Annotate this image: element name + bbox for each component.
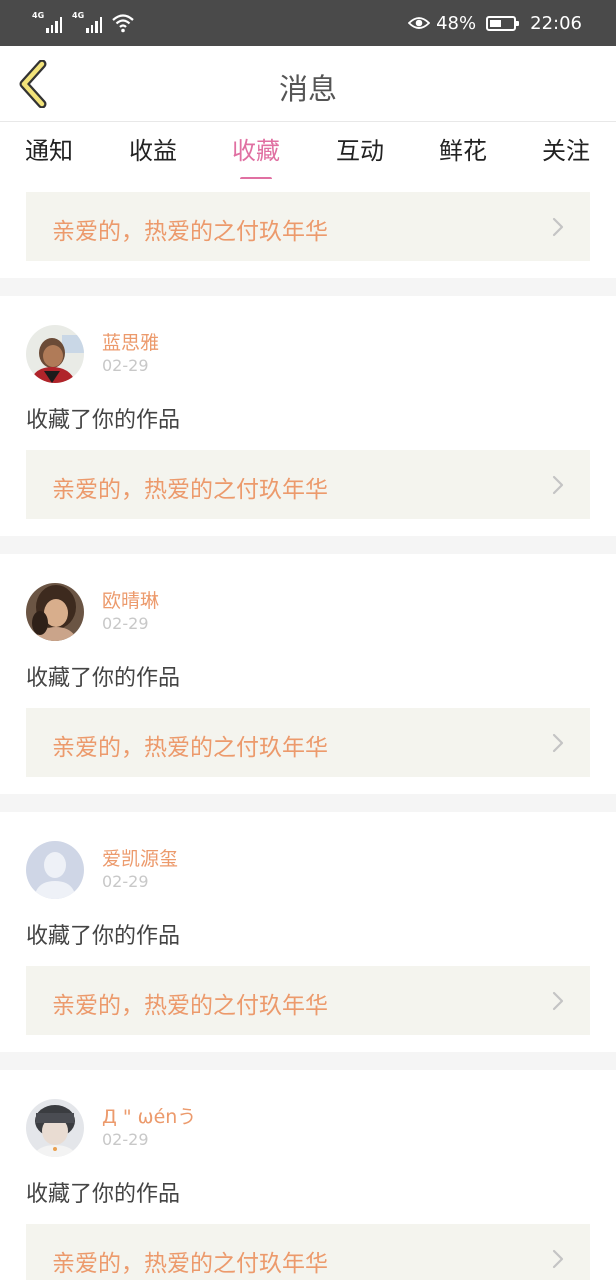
work-title: 亲爱的，热爱的之付玖年华 — [52, 1251, 328, 1277]
message-date: 02-29 — [102, 1130, 149, 1149]
cell-signal-icon: 4G — [72, 11, 102, 33]
work-title: 亲爱的，热爱的之付玖年华 — [52, 993, 328, 1019]
list-item: 爱凯源玺 02-29 收藏了你的作品 亲爱的，热爱的之付玖年华 — [0, 812, 616, 1052]
cell-signal-icon: 4G — [32, 11, 62, 33]
user-row: Д " ωénう 02-29 — [26, 1099, 590, 1159]
divider — [0, 536, 616, 554]
status-bar: 4G 4G 48% 22:06 — [0, 0, 616, 46]
user-photo-icon — [26, 1099, 84, 1157]
username[interactable]: 爱凯源玺 — [102, 844, 178, 871]
eye-icon — [408, 17, 431, 29]
tab-label: 关注 — [542, 137, 590, 165]
message-text: 收藏了你的作品 — [26, 924, 181, 949]
username[interactable]: 欧晴琳 — [102, 586, 159, 613]
tab-following[interactable]: 关注 — [536, 131, 596, 166]
chevron-right-icon — [552, 733, 564, 753]
chevron-right-icon — [552, 475, 564, 495]
work-title: 亲爱的，热爱的之付玖年华 — [52, 477, 328, 503]
tab-interactions[interactable]: 互动 — [330, 131, 390, 166]
username[interactable]: 蓝思雅 — [102, 328, 159, 355]
avatar[interactable] — [26, 841, 84, 899]
work-link[interactable]: 亲爱的，热爱的之付玖年华 — [26, 1224, 590, 1280]
user-row: 蓝思雅 02-29 — [26, 325, 590, 385]
user-photo-icon — [26, 583, 84, 641]
signal-group: 4G 4G — [32, 11, 134, 33]
battery-percent: 48% — [436, 12, 477, 34]
list-item: 蓝思雅 02-29 收藏了你的作品 亲爱的，热爱的之付玖年华 — [0, 296, 616, 536]
work-link[interactable]: 亲爱的，热爱的之付玖年华 — [26, 966, 590, 1035]
list-item: 欧晴琳 02-29 收藏了你的作品 亲爱的，热爱的之付玖年华 — [0, 554, 616, 794]
work-title: 亲爱的，热爱的之付玖年华 — [52, 219, 328, 245]
wifi-icon — [112, 14, 134, 33]
divider — [0, 278, 616, 296]
chevron-right-icon — [552, 217, 564, 237]
chevron-right-icon — [552, 1249, 564, 1269]
clock: 22:06 — [530, 12, 582, 34]
divider — [0, 794, 616, 812]
header: 消息 — [0, 46, 616, 122]
tab-notifications[interactable]: 通知 — [19, 131, 79, 166]
user-row: 爱凯源玺 02-29 — [26, 841, 590, 901]
message-feed: 亲爱的，热爱的之付玖年华 蓝思雅 02-29 收藏了你的作品 亲爱的，热爱的之付… — [0, 179, 616, 1280]
divider — [0, 1052, 616, 1070]
tab-flowers[interactable]: 鲜花 — [433, 131, 493, 166]
status-right: 48% 22:06 — [408, 12, 582, 34]
username[interactable]: Д " ωénう — [102, 1102, 196, 1129]
work-link[interactable]: 亲爱的，热爱的之付玖年华 — [26, 708, 590, 777]
tab-favorites[interactable]: 收藏 — [226, 131, 286, 181]
tab-label: 互动 — [336, 137, 384, 165]
battery-icon — [486, 15, 520, 31]
message-text: 收藏了你的作品 — [26, 666, 181, 691]
avatar[interactable] — [26, 325, 84, 383]
avatar[interactable] — [26, 583, 84, 641]
page-title: 消息 — [278, 72, 337, 106]
tab-label: 鲜花 — [439, 137, 487, 165]
avatar[interactable] — [26, 1099, 84, 1157]
tab-label: 通知 — [25, 137, 73, 165]
message-text: 收藏了你的作品 — [26, 408, 181, 433]
message-date: 02-29 — [102, 356, 149, 375]
list-item: Д " ωénう 02-29 收藏了你的作品 亲爱的，热爱的之付玖年华 — [0, 1070, 616, 1280]
user-row: 欧晴琳 02-29 — [26, 583, 590, 643]
network-type-label: 4G — [72, 11, 85, 20]
message-date: 02-29 — [102, 614, 149, 633]
message-date: 02-29 — [102, 872, 149, 891]
work-link[interactable]: 亲爱的，热爱的之付玖年华 — [26, 450, 590, 519]
tab-label: 收藏 — [232, 137, 280, 165]
work-link[interactable]: 亲爱的，热爱的之付玖年华 — [26, 192, 590, 261]
default-avatar-icon — [26, 841, 84, 899]
network-type-label: 4G — [32, 11, 45, 20]
chevron-right-icon — [552, 991, 564, 1011]
tab-earnings[interactable]: 收益 — [123, 131, 183, 166]
tab-bar: 通知 收益 收藏 互动 鲜花 关注 — [0, 123, 616, 181]
message-text: 收藏了你的作品 — [26, 1182, 181, 1207]
user-photo-icon — [26, 325, 84, 383]
work-title: 亲爱的，热爱的之付玖年华 — [52, 735, 328, 761]
list-item: 亲爱的，热爱的之付玖年华 — [0, 179, 616, 278]
tab-label: 收益 — [129, 137, 177, 165]
